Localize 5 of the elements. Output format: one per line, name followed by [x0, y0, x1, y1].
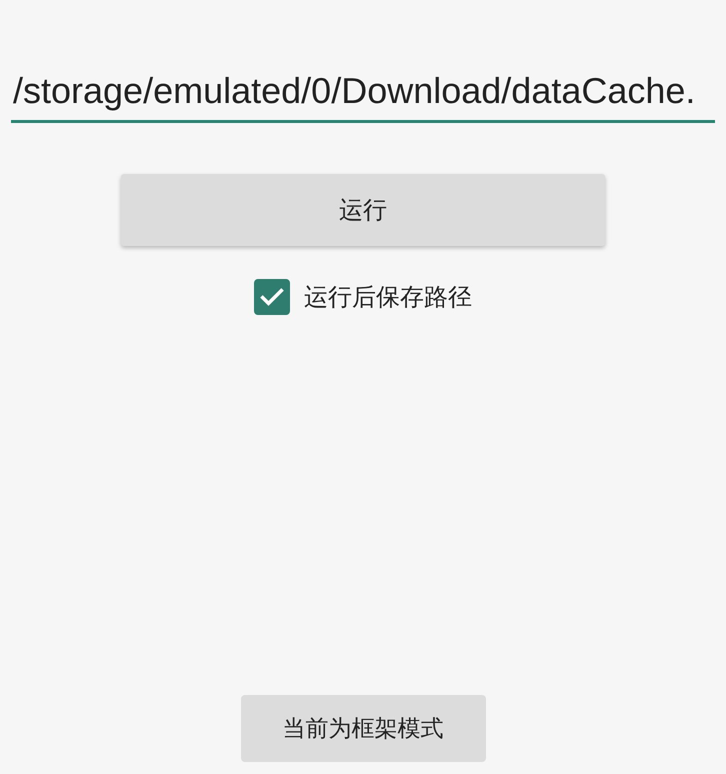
run-button[interactable]: 运行: [121, 174, 605, 246]
mode-button[interactable]: 当前为框架模式: [240, 695, 486, 762]
path-field[interactable]: /storage/emulated/0/Download/dataCache.: [11, 70, 715, 123]
checkbox-label[interactable]: 运行后保存路径: [304, 281, 472, 313]
checkbox[interactable]: [254, 279, 290, 315]
